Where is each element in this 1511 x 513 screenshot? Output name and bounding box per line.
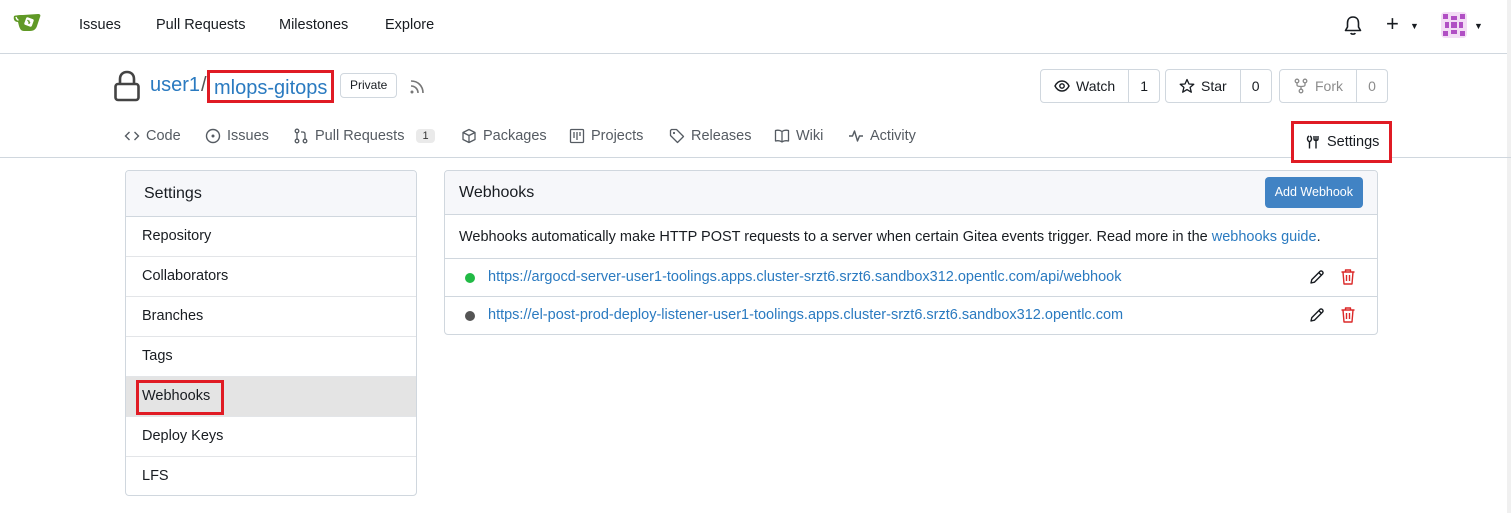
pull-request-icon	[294, 128, 308, 144]
watch-button-group: Watch 1	[1040, 69, 1161, 103]
notification-bell-icon[interactable]	[1343, 15, 1363, 37]
gitea-logo-icon[interactable]	[13, 11, 43, 35]
create-dropdown-chevron-icon[interactable]: ▼	[1410, 21, 1419, 31]
book-icon	[774, 129, 790, 143]
pencil-icon[interactable]	[1309, 269, 1325, 285]
webhooks-description-end: .	[1316, 229, 1321, 245]
nav-issues[interactable]: Issues	[79, 17, 121, 33]
sidebar-title: Settings	[126, 171, 416, 217]
webhooks-panel: Webhooks Add Webhook Webhooks automatica…	[444, 170, 1378, 335]
tab-activity-label: Activity	[870, 128, 916, 144]
eye-icon	[1054, 80, 1070, 92]
webhook-row: https://argocd-server-user1-toolings.app…	[445, 259, 1377, 297]
webhook-url-link[interactable]: https://el-post-prod-deploy-listener-use…	[488, 307, 1123, 323]
webhooks-guide-link[interactable]: webhooks guide	[1212, 229, 1317, 245]
fork-button[interactable]: Fork	[1280, 70, 1357, 102]
watch-button[interactable]: Watch	[1041, 70, 1130, 102]
webhooks-title: Webhooks	[459, 184, 535, 201]
tab-issues[interactable]: Issues	[205, 128, 269, 144]
tab-projects-label: Projects	[591, 128, 644, 144]
settings-sidebar: Settings Repository Collaborators Branch…	[125, 170, 417, 496]
star-icon	[1179, 78, 1195, 93]
webhook-url-link[interactable]: https://argocd-server-user1-toolings.app…	[488, 269, 1121, 285]
star-label: Star	[1201, 78, 1227, 94]
tab-packages-label: Packages	[483, 128, 547, 144]
tag-icon	[669, 128, 685, 144]
sidebar-item-lfs[interactable]: LFS	[126, 457, 416, 495]
repo-path-separator: /	[201, 74, 207, 96]
repo-tab-bar: Code Issues Pull Requests 1 Packages Pro…	[0, 118, 1511, 158]
package-icon	[462, 128, 476, 144]
visibility-badge: Private	[340, 73, 398, 98]
pulse-icon	[849, 130, 863, 142]
star-button[interactable]: Star	[1166, 70, 1241, 102]
webhook-row: https://el-post-prod-deploy-listener-use…	[445, 297, 1377, 334]
issue-icon	[205, 128, 221, 144]
webhooks-header: Webhooks Add Webhook	[445, 171, 1377, 215]
fork-icon	[1294, 78, 1308, 94]
fork-label: Fork	[1315, 78, 1343, 94]
page-scrollbar[interactable]	[1507, 0, 1511, 513]
sidebar-item-webhooks[interactable]: Webhooks	[126, 377, 416, 417]
nav-explore[interactable]: Explore	[385, 17, 434, 33]
nav-milestones[interactable]: Milestones	[279, 17, 348, 33]
tab-pull-requests-label: Pull Requests	[315, 128, 405, 144]
highlight-box	[136, 380, 224, 415]
watch-count[interactable]: 1	[1129, 70, 1159, 102]
sidebar-item-tags[interactable]: Tags	[126, 337, 416, 377]
tab-settings-label: Settings	[1327, 134, 1380, 150]
user-menu-chevron-icon[interactable]: ▼	[1474, 21, 1483, 31]
tools-icon	[1306, 135, 1319, 149]
webhook-status-dot-icon	[465, 311, 475, 321]
watch-label: Watch	[1076, 78, 1116, 94]
tab-pull-requests[interactable]: Pull Requests 1	[293, 128, 435, 144]
pencil-icon[interactable]	[1309, 307, 1325, 323]
sidebar-item-repository[interactable]: Repository	[126, 217, 416, 257]
sidebar-item-branches[interactable]: Branches	[126, 297, 416, 337]
top-navbar: Issues Pull Requests Milestones Explore …	[0, 0, 1511, 54]
add-webhook-button[interactable]: Add Webhook	[1264, 177, 1363, 208]
tab-activity[interactable]: Activity	[848, 128, 916, 144]
create-new-plus-icon[interactable]: +	[1386, 12, 1399, 36]
trash-icon[interactable]	[1340, 306, 1356, 324]
webhooks-description: Webhooks automatically make HTTP POST re…	[445, 215, 1377, 259]
tab-releases-label: Releases	[691, 128, 752, 144]
nav-pull-requests[interactable]: Pull Requests	[156, 17, 245, 33]
repo-name-link[interactable]: mlops-gitops	[207, 70, 335, 103]
star-count[interactable]: 0	[1241, 70, 1271, 102]
tab-code[interactable]: Code	[124, 128, 181, 144]
fork-button-group: Fork 0	[1279, 69, 1388, 103]
tab-packages[interactable]: Packages	[461, 128, 547, 144]
tab-code-label: Code	[146, 128, 181, 144]
rss-feed-icon[interactable]	[408, 78, 426, 96]
tab-projects[interactable]: Projects	[569, 128, 643, 144]
tab-wiki[interactable]: Wiki	[774, 128, 823, 144]
sidebar-item-collaborators[interactable]: Collaborators	[126, 257, 416, 297]
star-button-group: Star 0	[1165, 69, 1272, 103]
webhook-status-dot-icon	[465, 273, 475, 283]
fork-count[interactable]: 0	[1357, 70, 1387, 102]
webhooks-description-text: Webhooks automatically make HTTP POST re…	[459, 229, 1212, 245]
tab-settings[interactable]: Settings	[1291, 121, 1392, 163]
tab-issues-label: Issues	[227, 128, 269, 144]
user-avatar[interactable]	[1441, 12, 1467, 38]
trash-icon[interactable]	[1340, 268, 1356, 286]
pull-requests-count-badge: 1	[416, 129, 435, 143]
tab-wiki-label: Wiki	[796, 128, 824, 144]
sidebar-item-deploy-keys[interactable]: Deploy Keys	[126, 417, 416, 457]
project-board-icon	[569, 128, 585, 144]
tab-releases[interactable]: Releases	[669, 128, 751, 144]
repo-owner-link[interactable]: user1	[150, 74, 200, 97]
code-icon	[124, 131, 140, 141]
private-lock-icon	[114, 70, 140, 102]
